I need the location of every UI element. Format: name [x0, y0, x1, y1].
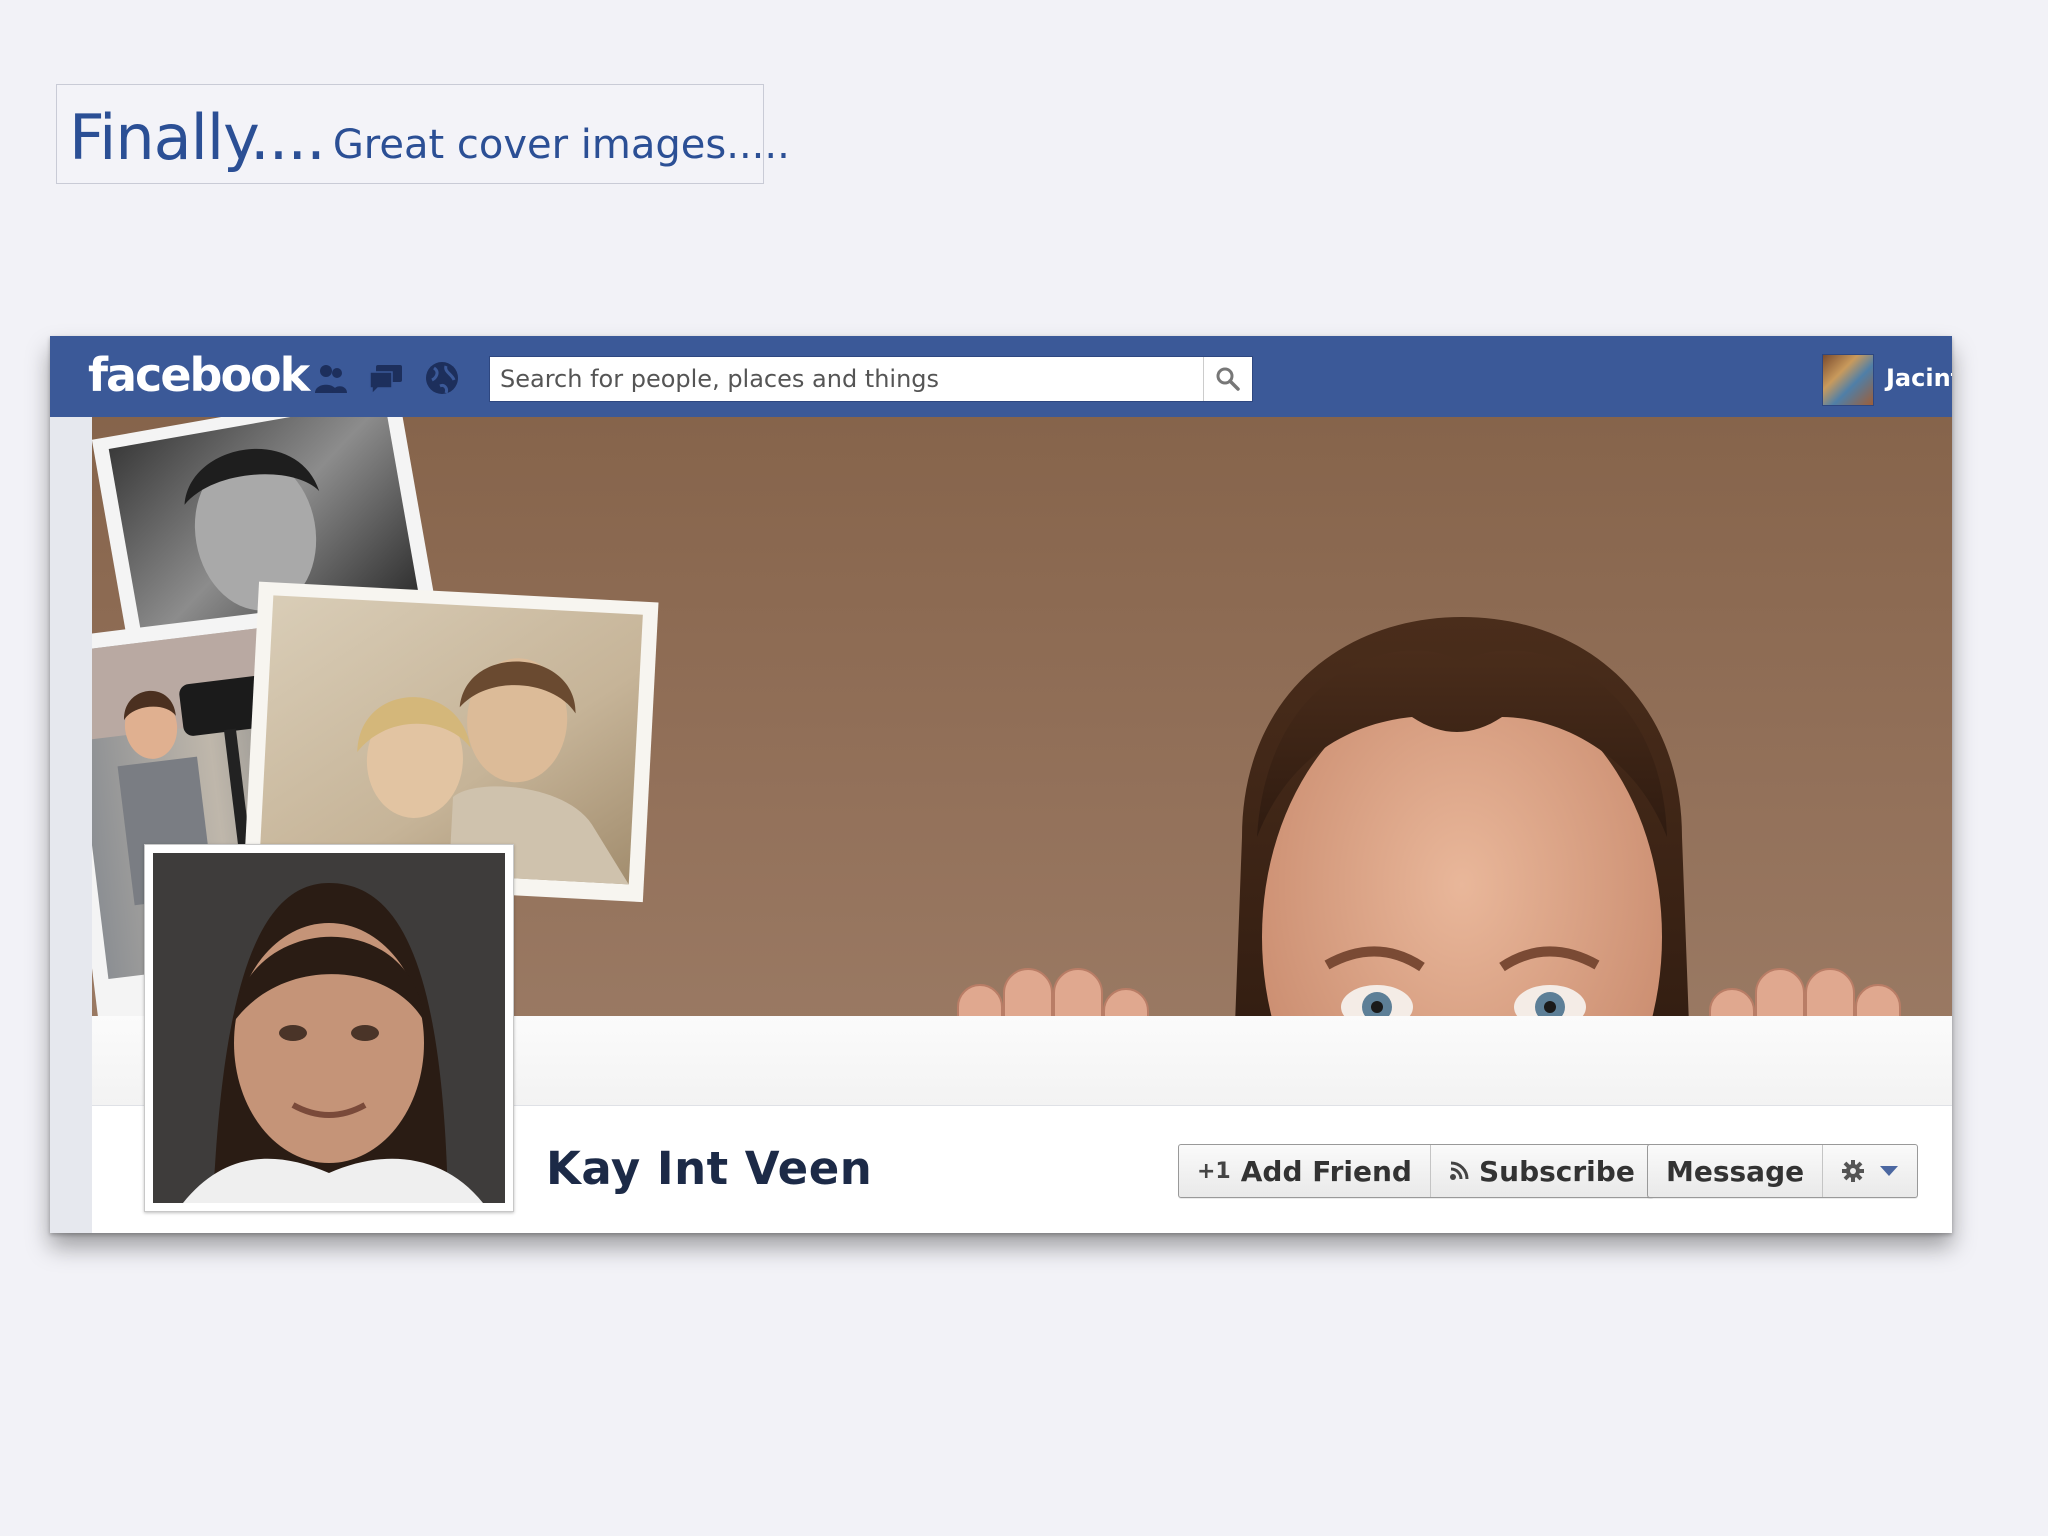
subscribe-label: Subscribe [1478, 1154, 1635, 1188]
facebook-logo[interactable]: facebook [88, 352, 310, 398]
facebook-timeline-screenshot: facebook Jacint [50, 336, 1952, 1233]
profile-name: Kay Int Veen [546, 1142, 873, 1195]
notifications-globe-icon[interactable] [424, 360, 460, 396]
facebook-top-bar: facebook Jacint [50, 336, 1952, 419]
left-gutter [50, 417, 93, 1233]
profile-picture[interactable] [144, 844, 514, 1212]
friend-requests-icon[interactable] [312, 360, 348, 396]
search-icon [1216, 367, 1240, 391]
user-name-link[interactable]: Jacint [1886, 364, 1952, 392]
settings-dropdown-button[interactable] [1822, 1145, 1917, 1197]
message-actions-group: Message [1647, 1144, 1919, 1198]
search-input[interactable] [490, 357, 1200, 401]
message-button[interactable]: Message [1648, 1145, 1822, 1197]
gear-icon [1842, 1160, 1865, 1182]
friend-actions-group: +1 Add Friend Subscribe [1178, 1144, 1654, 1198]
slide-title-sub: Great cover images..... [332, 122, 790, 168]
messages-icon[interactable] [368, 360, 404, 396]
add-friend-label: Add Friend [1240, 1154, 1412, 1188]
chevron-down-icon [1880, 1166, 1899, 1176]
search-box [489, 356, 1253, 402]
profile-picture-image [153, 853, 505, 1203]
slide-title: Finally.... Great cover images..... [56, 84, 790, 184]
add-friend-icon: +1 [1197, 1158, 1231, 1184]
subscribe-rss-icon [1449, 1161, 1469, 1180]
add-friend-button[interactable]: +1 Add Friend [1179, 1145, 1430, 1197]
slide-title-main: Finally.... [69, 101, 326, 174]
profile-portrait-art [153, 853, 505, 1203]
subscribe-button[interactable]: Subscribe [1429, 1145, 1653, 1197]
user-avatar[interactable] [1822, 354, 1874, 406]
message-label: Message [1666, 1154, 1805, 1188]
search-button[interactable] [1203, 357, 1252, 401]
